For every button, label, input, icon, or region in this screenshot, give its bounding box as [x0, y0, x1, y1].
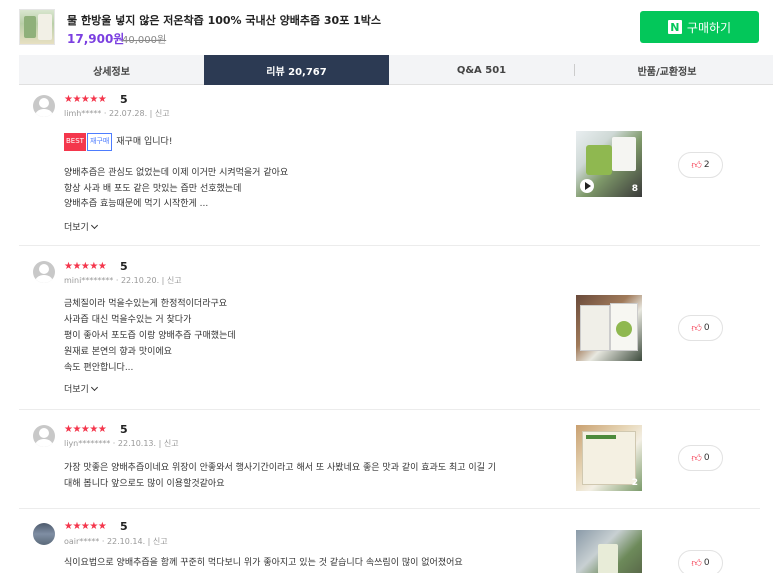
report-link[interactable]: 신고: [153, 537, 168, 546]
review-photo[interactable]: [576, 530, 642, 573]
tab-return-exchange[interactable]: 반품/교환정보: [575, 55, 759, 85]
review-text-line: 사과즙 대신 먹을수있는 거 찾다가: [64, 315, 192, 325]
rating-score: 5: [120, 520, 128, 533]
user-avatar: [33, 523, 55, 545]
sticky-product-header: 물 한방울 넣지 않은 저온착즙 100% 국내산 양배추즙 30포 1박스 1…: [0, 0, 773, 55]
review-text-line: 평이 좋아서 포도즙 이랑 양배추즙 구매했는데: [64, 331, 236, 341]
more-label: 더보기: [64, 385, 89, 395]
review-meta: oair***** · 22.10.14. | 신고: [64, 537, 168, 546]
like-count: 0: [703, 558, 710, 568]
like-count: 2: [703, 160, 710, 170]
review-meta: mini******** · 22.10.20. | 신고: [64, 276, 182, 285]
rating-score: 5: [120, 93, 128, 106]
thumbs-up-icon: 👍︎: [691, 160, 702, 171]
photo-pouch-graphic: [586, 145, 612, 175]
reviewer-id: liyn********: [64, 439, 111, 448]
thumbnail-box-graphic: [38, 14, 52, 40]
review-item: ★★★★★ 5 liyn******** · 22.10.13. | 신고 가장…: [19, 411, 760, 509]
rating-score: 5: [120, 260, 128, 273]
review-item: ★★★★★ 5 limh***** · 22.07.28. | 신고 BEST 재…: [19, 86, 760, 246]
like-button[interactable]: 👍︎ 0: [678, 550, 723, 573]
review-photo[interactable]: 2: [576, 425, 642, 491]
chevron-down-icon: [90, 383, 98, 392]
photo-pouch-graphic: [598, 544, 618, 573]
like-count: 0: [703, 323, 710, 333]
review-text-line: 식이요법으로 양배추즙을 함께 꾸준히 먹다보니 위가 좋아지고 있는 것 같습…: [64, 558, 463, 568]
review-text-line: 가장 맛좋은 양배추즙이네요 위장이 안좋와서 행사기간이라고 해서 또 사봤네…: [64, 463, 497, 473]
review-text-line: 원재료 본연의 향과 맛이에요: [64, 347, 172, 357]
photo-count: 2: [631, 478, 638, 488]
naver-pay-icon: N: [667, 20, 682, 34]
product-thumbnail[interactable]: [19, 9, 55, 45]
review-meta: limh***** · 22.07.28. | 신고: [64, 109, 170, 118]
review-date: 22.10.13.: [117, 439, 157, 448]
like-button[interactable]: 👍︎ 0: [678, 315, 723, 341]
rating-score: 5: [120, 423, 128, 436]
reviewer-id: oair*****: [64, 537, 100, 546]
photo-box-graphic: [612, 137, 636, 171]
review-photo[interactable]: 8: [576, 131, 642, 197]
product-title: 물 한방울 넣지 않은 저온착즙 100% 국내산 양배추즙 30포 1박스: [67, 14, 382, 27]
best-badge: BEST: [64, 133, 86, 151]
photo-label-stripe: [586, 435, 616, 439]
user-avatar: [33, 261, 55, 283]
play-icon: [580, 179, 594, 193]
tab-reviews[interactable]: 리뷰 20,767: [204, 55, 389, 85]
review-headline: 재구매 입니다!: [116, 137, 173, 147]
thumbs-up-icon: 👍︎: [691, 558, 702, 569]
review-body: 식이요법으로 양배추즙을 함께 꾸준히 먹다보니 위가 좋아지고 있는 것 같습…: [64, 556, 463, 572]
like-button[interactable]: 👍︎ 2: [678, 152, 723, 178]
thumbs-up-icon: 👍︎: [691, 323, 702, 334]
review-text-line: 항상 사과 배 포도 같은 맛있는 즙만 선호했는데: [64, 183, 242, 194]
star-rating: ★★★★★: [64, 521, 107, 532]
review-item: ★★★★★ 5 oair***** · 22.10.14. | 신고 식이요법으…: [19, 510, 760, 573]
sale-price: 17,900원: [67, 32, 125, 46]
review-text-line: 금체질이라 먹을수있는게 한정적이더라구요: [64, 299, 228, 309]
review-meta: liyn******** · 22.10.13. | 신고: [64, 439, 179, 448]
like-button[interactable]: 👍︎ 0: [678, 445, 723, 471]
photo-cabbage-graphic: [616, 321, 632, 337]
review-text-line: 대해 봅니다 앞으로도 많이 이용할것같아요: [64, 479, 225, 489]
buy-button-label: 구매하기: [686, 20, 732, 35]
more-label: 더보기: [64, 223, 89, 233]
review-body: 가장 맛좋은 양배추즙이네요 위장이 안좋와서 행사기간이라고 해서 또 사봤네…: [64, 460, 496, 492]
reviewer-id: limh*****: [64, 109, 102, 118]
star-rating: ★★★★★: [64, 424, 107, 435]
star-rating: ★★★★★: [64, 261, 107, 272]
report-link[interactable]: 신고: [164, 439, 179, 448]
star-rating: ★★★★★: [64, 94, 107, 105]
review-item: ★★★★★ 5 mini******** · 22.10.20. | 신고 금체…: [19, 247, 760, 410]
review-body: BEST 재구매 재구매 입니다! 양배추즙은 관심도 없었는데 이제 이거만 시켜…: [64, 133, 288, 213]
tab-qna[interactable]: Q&A 501: [389, 55, 574, 85]
user-avatar: [33, 425, 55, 447]
report-link[interactable]: 신고: [167, 276, 182, 285]
reviewer-id: mini********: [64, 276, 114, 285]
user-avatar: [33, 95, 55, 117]
review-text-line: 양배추즙 효능때문에 먹기 시작한게 ...: [64, 199, 209, 209]
more-button[interactable]: 더보기: [64, 382, 98, 395]
thumbs-up-icon: 👍︎: [691, 453, 702, 464]
review-photo[interactable]: [576, 295, 642, 361]
photo-box-graphic: [580, 305, 610, 351]
thumbnail-pack-graphic: [24, 16, 36, 38]
buy-button[interactable]: N 구매하기: [640, 11, 759, 43]
tab-detail[interactable]: 상세정보: [19, 55, 204, 85]
review-body: 금체질이라 먹을수있는게 한정적이더라구요 사과즙 대신 먹을수있는 거 찾다가…: [64, 296, 236, 376]
chevron-down-icon: [90, 221, 98, 230]
more-button[interactable]: 더보기: [64, 220, 98, 233]
review-text-line: 속도 편안합니다...: [64, 363, 134, 373]
product-tabs: 상세정보 리뷰 20,767 Q&A 501 반품/교환정보: [19, 55, 773, 85]
like-count: 0: [703, 453, 710, 463]
review-date: 22.10.20.: [120, 276, 160, 285]
report-link[interactable]: 신고: [155, 109, 170, 118]
original-price: 40,000원: [122, 35, 167, 46]
repurchase-badge: 재구매: [86, 133, 113, 151]
photo-label-graphic: [582, 431, 636, 485]
review-date: 22.07.28.: [108, 109, 148, 118]
photo-count: 8: [631, 184, 638, 194]
review-text-line: 양배추즙은 관심도 없었는데 이제 이거만 시켜먹을거 같아요: [64, 168, 289, 178]
review-date: 22.10.14.: [106, 537, 146, 546]
